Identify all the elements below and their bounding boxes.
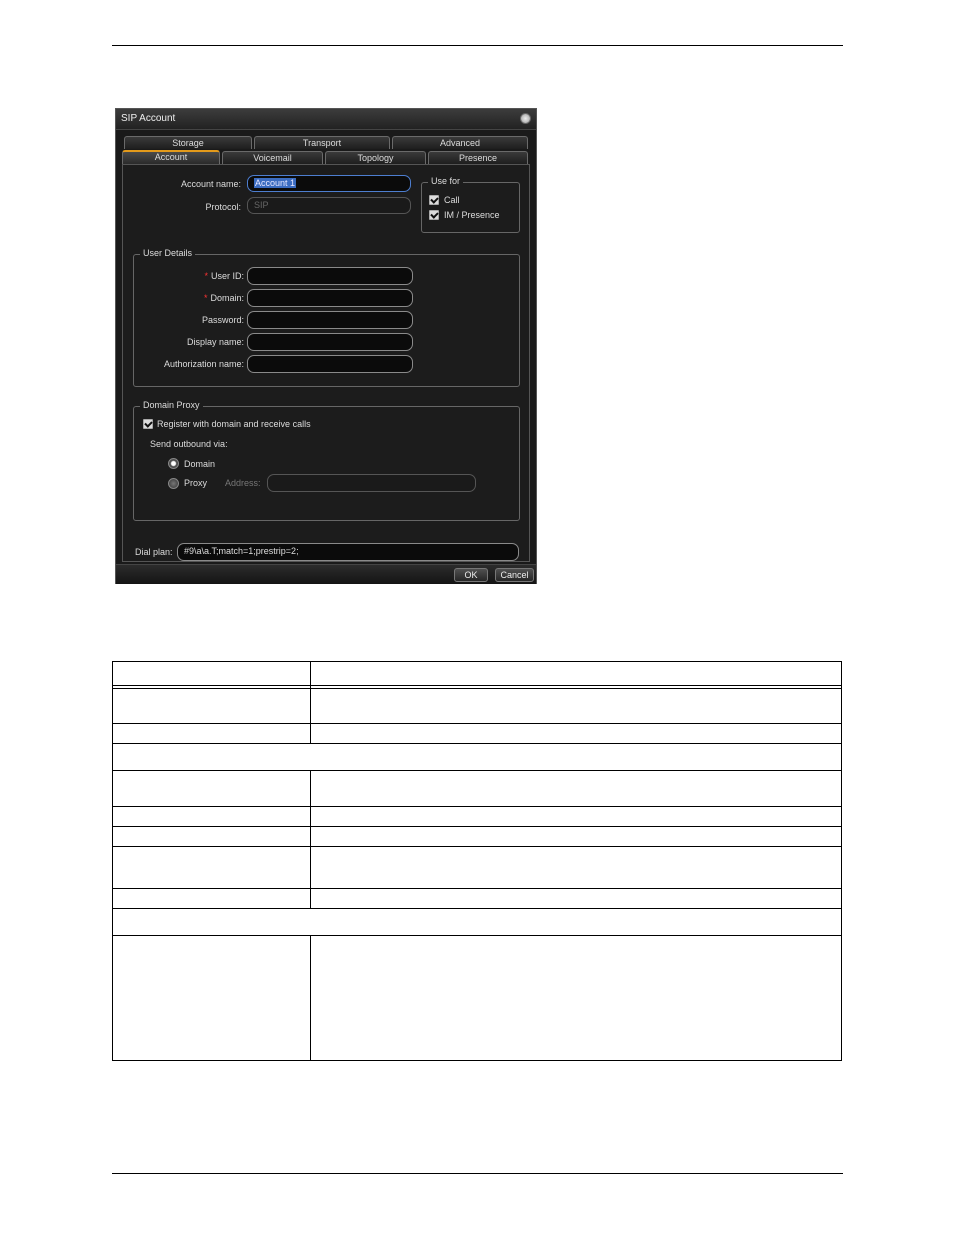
user-id-input[interactable] [247, 267, 413, 285]
protocol-label: Protocol: [205, 202, 241, 212]
call-label: Call [444, 195, 460, 205]
proxy-radio[interactable] [168, 478, 179, 489]
cancel-button[interactable]: Cancel [495, 568, 534, 582]
proxy-radio-label: Proxy [184, 478, 208, 488]
account-name-value: Account 1 [254, 178, 297, 188]
user-details-legend: User Details [140, 248, 196, 258]
account-panel: Account name: Account 1 Protocol: SIP Us… [122, 164, 530, 562]
table-row [113, 806, 841, 807]
dialog-footer: OK Cancel [116, 564, 536, 584]
password-input[interactable] [247, 311, 413, 329]
table-row [113, 846, 841, 847]
tab-topology[interactable]: Topology [325, 151, 426, 164]
tab-presence[interactable]: Presence [428, 151, 528, 164]
tab-account[interactable]: Account [122, 150, 220, 164]
close-icon[interactable] [520, 113, 531, 124]
header-rule [112, 45, 843, 46]
table-row [113, 743, 841, 744]
protocol-field: SIP [247, 197, 411, 214]
domain-label: * Domain: [203, 293, 244, 303]
tab-storage[interactable]: Storage [124, 136, 252, 149]
use-for-legend: Use for [428, 176, 464, 186]
field-description-table [112, 661, 842, 1061]
ok-button[interactable]: OK [454, 568, 488, 582]
dial-plan-input[interactable]: #9\a\a.T;match=1;prestrip=2; [177, 543, 519, 561]
domain-proxy-group: Domain Proxy Register with domain and re… [133, 400, 520, 521]
dialog-title: SIP Account [121, 113, 176, 124]
user-id-label: * User ID: [204, 271, 244, 281]
table-row [113, 935, 841, 936]
table-row [113, 826, 841, 827]
table-row [113, 688, 841, 689]
display-name-input[interactable] [247, 333, 413, 351]
table-row [113, 723, 841, 724]
send-outbound-label: Send outbound via: [150, 439, 228, 449]
user-details-group: User Details * User ID: * Domain: Password… [133, 248, 520, 387]
table-row [113, 908, 841, 909]
footer-rule [112, 1173, 843, 1174]
table-row [113, 770, 841, 771]
account-name-input[interactable]: Account 1 [247, 175, 411, 192]
tab-advanced[interactable]: Advanced [392, 136, 528, 149]
column-divider [310, 770, 311, 908]
register-checkbox[interactable] [143, 419, 153, 429]
im-presence-label: IM / Presence [444, 210, 500, 220]
call-checkbox[interactable] [429, 195, 439, 205]
domain-radio[interactable] [168, 458, 179, 469]
address-label: Address: [225, 478, 261, 488]
tab-transport[interactable]: Transport [254, 136, 390, 149]
column-divider [310, 935, 311, 1060]
display-name-label: Display name: [186, 337, 244, 347]
column-divider [310, 662, 311, 743]
account-name-label: Account name: [180, 179, 241, 189]
domain-input[interactable] [247, 289, 413, 307]
domain-radio-label: Domain [184, 459, 216, 469]
table-row [113, 888, 841, 889]
dial-plan-label: Dial plan: [135, 547, 173, 557]
proxy-address-input[interactable] [267, 474, 476, 492]
sip-account-dialog: SIP Account Storage Transport Advanced A… [115, 108, 537, 584]
authorization-name-label: Authorization name: [163, 359, 244, 369]
password-label: Password: [201, 315, 244, 325]
use-for-group: Use for Call IM / Presence [421, 176, 520, 233]
register-label: Register with domain and receive calls [157, 419, 311, 429]
table-row [113, 685, 841, 686]
im-presence-checkbox[interactable] [429, 210, 439, 220]
tab-voicemail[interactable]: Voicemail [222, 151, 323, 164]
domain-proxy-legend: Domain Proxy [140, 400, 203, 410]
title-bar: SIP Account [116, 109, 536, 130]
authorization-name-input[interactable] [247, 355, 413, 373]
